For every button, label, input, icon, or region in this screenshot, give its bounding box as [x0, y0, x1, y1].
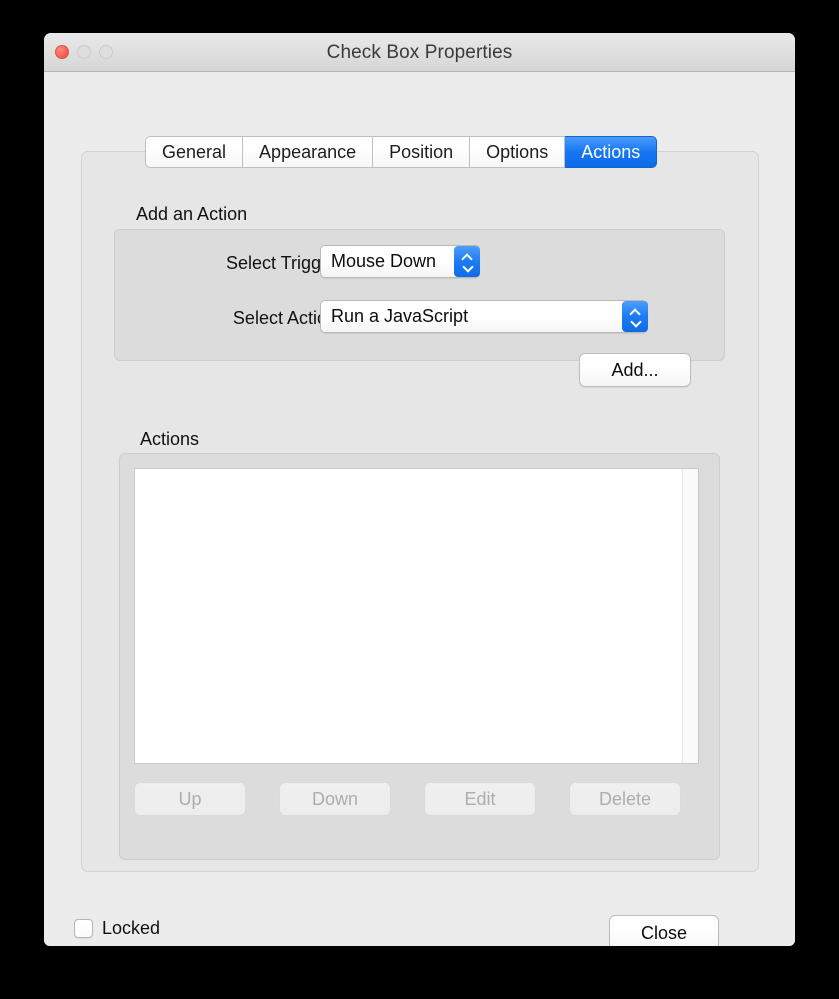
tab-actions[interactable]: Actions [565, 136, 658, 168]
tab-appearance[interactable]: Appearance [243, 136, 374, 168]
tab-general[interactable]: General [145, 136, 244, 168]
move-down-button[interactable]: Down [279, 782, 391, 816]
tab-options[interactable]: Options [470, 136, 566, 168]
add-action-group-title: Add an Action [136, 204, 248, 224]
locked-label: Locked [102, 918, 161, 938]
tab-bar: General Appearance Position Options Acti… [145, 136, 658, 168]
select-action-value: Run a JavaScript [331, 306, 469, 326]
actions-list-content[interactable] [135, 469, 682, 763]
window-body: General Appearance Position Options Acti… [44, 72, 795, 946]
select-trigger-label: Select Trigger: [225, 253, 342, 273]
select-trigger-value: Mouse Down [331, 251, 437, 271]
select-action-label: Select Action: [232, 308, 342, 328]
select-action-dropdown[interactable]: Run a JavaScript [320, 300, 648, 333]
actions-group-title: Actions [140, 429, 200, 449]
move-up-button[interactable]: Up [134, 782, 246, 816]
properties-window: Check Box Properties General Appearance … [44, 33, 795, 946]
add-action-button[interactable]: Add... [579, 353, 691, 387]
locked-checkbox-row[interactable]: Locked [74, 918, 160, 939]
chevron-updown-icon [454, 246, 480, 277]
edit-action-button[interactable]: Edit [424, 782, 536, 816]
delete-action-button[interactable]: Delete [569, 782, 681, 816]
window-titlebar: Check Box Properties [44, 33, 795, 72]
locked-checkbox[interactable] [74, 919, 93, 938]
actions-list-scrollbar[interactable] [682, 469, 698, 763]
close-button[interactable]: Close [609, 915, 719, 946]
window-title: Check Box Properties [326, 42, 513, 63]
tab-position[interactable]: Position [373, 136, 471, 168]
chevron-updown-icon [622, 301, 648, 332]
actions-list[interactable] [134, 468, 699, 764]
select-trigger-dropdown[interactable]: Mouse Down [320, 245, 480, 278]
